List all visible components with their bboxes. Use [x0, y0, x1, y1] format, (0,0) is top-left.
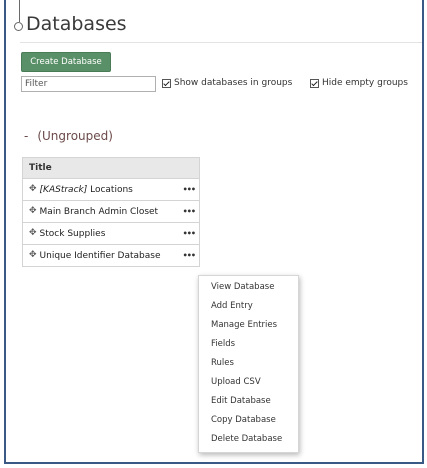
title-connector-line — [19, 0, 20, 22]
more-options-icon[interactable]: ••• — [183, 207, 196, 216]
database-name[interactable]: [KAStrack] Locations — [40, 185, 133, 195]
database-context-menu: View Database Add Entry Manage Entries F… — [198, 275, 299, 453]
table-row[interactable]: ✥ Stock Supplies ••• — [22, 222, 200, 245]
drag-handle-icon[interactable]: ✥ — [29, 251, 37, 260]
show-in-groups-label: Show databases in groups — [174, 78, 293, 88]
page-title: Databases — [26, 13, 127, 35]
drag-handle-icon[interactable]: ✥ — [29, 207, 37, 216]
menu-item-upload-csv[interactable]: Upload CSV — [199, 373, 298, 392]
hide-empty-groups-checkbox[interactable]: Hide empty groups — [310, 78, 408, 88]
menu-item-delete-database[interactable]: Delete Database — [199, 430, 298, 449]
collapse-icon[interactable]: - — [24, 129, 28, 143]
database-table: Title ✥ [KAStrack] Locations ••• ✥ Main … — [22, 157, 200, 267]
table-row[interactable]: ✥ Unique Identifier Database ••• — [22, 244, 200, 267]
create-database-button[interactable]: Create Database — [21, 52, 111, 72]
menu-item-rules[interactable]: Rules — [199, 354, 298, 373]
title-divider — [20, 42, 422, 43]
database-name[interactable]: Unique Identifier Database — [40, 251, 161, 261]
menu-item-edit-database[interactable]: Edit Database — [199, 392, 298, 411]
checkbox-checked-icon[interactable] — [162, 78, 171, 88]
table-header-row: Title — [22, 157, 200, 179]
title-node-icon — [14, 22, 23, 31]
app-frame: Databases Create Database Show databases… — [4, 0, 424, 464]
table-row[interactable]: ✥ Main Branch Admin Closet ••• — [22, 200, 200, 223]
menu-item-manage-entries[interactable]: Manage Entries — [199, 316, 298, 335]
table-row[interactable]: ✥ [KAStrack] Locations ••• — [22, 178, 200, 201]
database-name[interactable]: Main Branch Admin Closet — [40, 207, 159, 217]
more-options-icon[interactable]: ••• — [183, 185, 196, 194]
hide-empty-groups-label: Hide empty groups — [322, 78, 408, 88]
more-options-icon[interactable]: ••• — [183, 229, 196, 238]
database-name[interactable]: Stock Supplies — [40, 229, 106, 239]
group-header-ungrouped[interactable]: - (Ungrouped) — [24, 129, 113, 143]
checkbox-checked-icon[interactable] — [310, 78, 319, 88]
menu-item-copy-database[interactable]: Copy Database — [199, 411, 298, 430]
menu-item-fields[interactable]: Fields — [199, 335, 298, 354]
filter-input[interactable] — [21, 76, 156, 92]
show-in-groups-checkbox[interactable]: Show databases in groups — [162, 78, 292, 88]
menu-item-add-entry[interactable]: Add Entry — [199, 297, 298, 316]
more-options-icon[interactable]: ••• — [183, 251, 196, 260]
menu-item-view-database[interactable]: View Database — [199, 278, 298, 297]
drag-handle-icon[interactable]: ✥ — [29, 229, 37, 238]
drag-handle-icon[interactable]: ✥ — [29, 185, 37, 194]
group-name: (Ungrouped) — [37, 129, 113, 143]
column-header-title[interactable]: Title — [22, 157, 200, 179]
